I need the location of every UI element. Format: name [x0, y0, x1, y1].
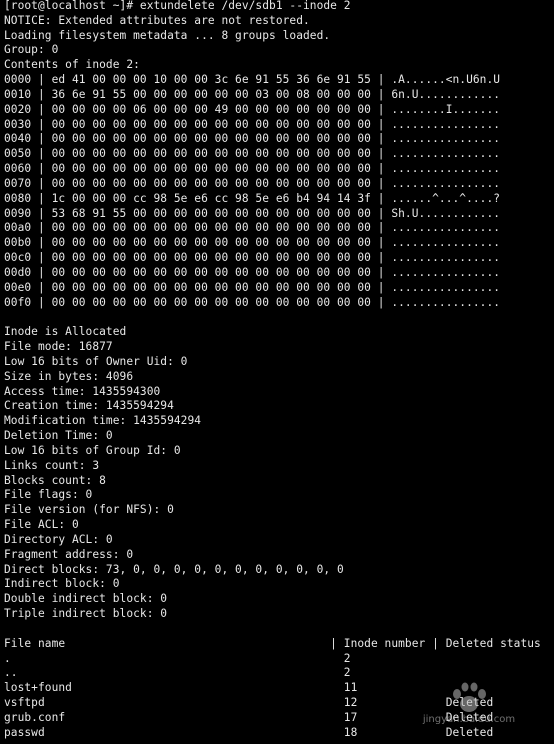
inode-info-line: Blocks count: 8	[4, 473, 106, 487]
inode-info-line: Modification time: 1435594294	[4, 414, 202, 428]
inode-info-line: Triple indirect block: 0	[4, 607, 168, 621]
inode-info-line: Inode is Allocated	[4, 325, 127, 339]
hexdump-row: 00f0 | 00 00 00 00 00 00 00 00 00 00 00 …	[4, 295, 501, 309]
file-table-row: grub.conf 17 Deleted	[4, 710, 494, 724]
terminal-line: NOTICE: Extended attributes are not rest…	[4, 13, 310, 27]
hexdump-row: 0030 | 00 00 00 00 00 00 00 00 00 00 00 …	[4, 117, 501, 131]
file-table-row: vsftpd 12 Deleted	[4, 696, 494, 709]
inode-info-line: Size in bytes: 4096	[4, 369, 134, 383]
inode-info-line: Links count: 3	[4, 458, 100, 472]
file-table-row: .. 2	[4, 666, 351, 680]
inode-info-line: Indirect block: 0	[4, 577, 120, 591]
inode-info-line: Low 16 bits of Group Id: 0	[4, 443, 181, 457]
inode-info-line: Low 16 bits of Owner Uid: 0	[4, 354, 188, 368]
hexdump-row: 00b0 | 00 00 00 00 00 00 00 00 00 00 00 …	[4, 236, 501, 250]
inode-info-line: Directory ACL: 0	[4, 532, 113, 546]
hexdump-row: 0020 | 00 00 00 00 06 00 00 00 49 00 00 …	[4, 102, 501, 116]
inode-info-line: File version (for NFS): 0	[4, 503, 174, 517]
inode-info-line: Direct blocks: 73, 0, 0, 0, 0, 0, 0, 0, …	[4, 562, 344, 576]
file-table-header: File name | Inode number | Deleted statu…	[4, 636, 541, 650]
file-table-row: passwd 18 Deleted	[4, 725, 494, 739]
inode-info-line: Creation time: 1435594294	[4, 399, 174, 413]
file-table-row: . 2	[4, 651, 351, 665]
inode-info-line: Double indirect block: 0	[4, 592, 168, 606]
hexdump-row: 0010 | 36 6e 91 55 00 00 00 00 00 00 03 …	[4, 87, 501, 101]
hexdump-row: 0060 | 00 00 00 00 00 00 00 00 00 00 00 …	[4, 162, 501, 176]
hexdump-row: 00a0 | 00 00 00 00 00 00 00 00 00 00 00 …	[4, 221, 501, 235]
terminal-line: [root@localhost ~]# extundelete /dev/sdb…	[4, 0, 351, 12]
hexdump-row: 0080 | 1c 00 00 00 cc 98 5e e6 cc 98 5e …	[4, 191, 501, 205]
inode-info-line: File ACL: 0	[4, 518, 79, 532]
hexdump-row: 0090 | 53 68 91 55 00 00 00 00 00 00 00 …	[4, 206, 501, 220]
hexdump-row: 00d0 | 00 00 00 00 00 00 00 00 00 00 00 …	[4, 265, 501, 279]
file-table-row: lost+found 11	[4, 681, 358, 695]
inode-info-line: File flags: 0	[4, 488, 93, 502]
hexdump-row: 0050 | 00 00 00 00 00 00 00 00 00 00 00 …	[4, 147, 501, 161]
inode-info-line: File mode: 16877	[4, 340, 113, 354]
hexdump-row: 0000 | ed 41 00 00 00 10 00 00 3c 6e 91 …	[4, 73, 501, 87]
terminal-line: Group: 0	[4, 43, 59, 57]
terminal-window[interactable]: [root@localhost ~]# extundelete /dev/sdb…	[0, 0, 554, 744]
hexdump-row: 00e0 | 00 00 00 00 00 00 00 00 00 00 00 …	[4, 280, 501, 294]
inode-info-line: Access time: 1435594300	[4, 384, 161, 398]
hexdump-row: 0070 | 00 00 00 00 00 00 00 00 00 00 00 …	[4, 176, 501, 190]
hexdump-row: 00c0 | 00 00 00 00 00 00 00 00 00 00 00 …	[4, 251, 501, 265]
hexdump-row: 0040 | 00 00 00 00 00 00 00 00 00 00 00 …	[4, 132, 501, 146]
terminal-line: Loading filesystem metadata ... 8 groups…	[4, 28, 331, 42]
terminal-line: Contents of inode 2:	[4, 58, 140, 72]
inode-info-line: Deletion Time: 0	[4, 429, 113, 443]
inode-info-line: Fragment address: 0	[4, 547, 134, 561]
